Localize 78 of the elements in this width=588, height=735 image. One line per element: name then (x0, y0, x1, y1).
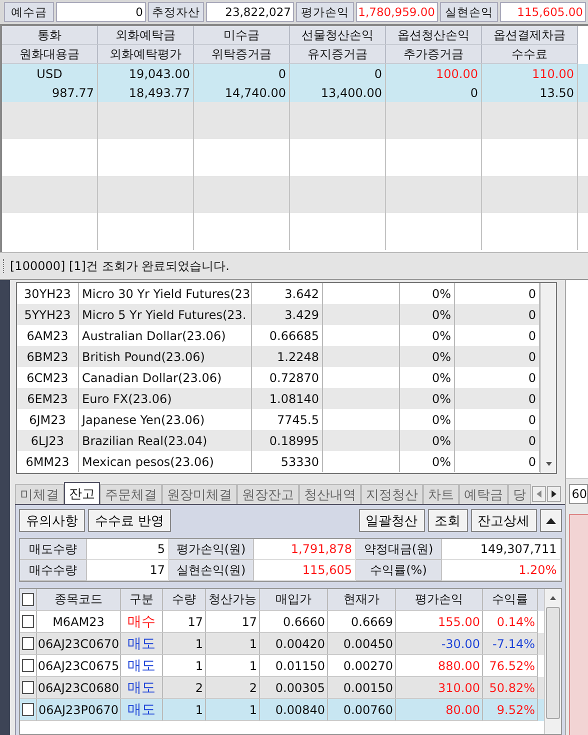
scrollbar[interactable] (540, 283, 556, 473)
table-cell: 1 (206, 699, 260, 721)
status-message: [100000] [1]건 조회가 완료되었습니다. (10, 258, 230, 274)
tab[interactable]: 원장잔고 (237, 484, 299, 504)
toolbar-button[interactable]: 잔고상세 (470, 509, 537, 532)
down-arrow-icon[interactable] (544, 461, 552, 467)
toolbar-button[interactable]: 수수료 반영 (88, 509, 172, 532)
column-header: 옵션결제차금 (482, 26, 578, 45)
checkbox[interactable] (22, 637, 34, 650)
column-header: 외화예탁금 (98, 26, 194, 45)
checkbox[interactable] (22, 615, 34, 628)
tab[interactable]: 예탁금 (459, 484, 508, 504)
summary-label: 약정대금(원) (356, 539, 442, 560)
scrollbar[interactable] (544, 589, 561, 734)
input-field[interactable]: 60 (568, 484, 588, 504)
table-cell: 6MM23 (17, 451, 79, 472)
summary-label: 실현손익 (440, 2, 498, 22)
checkbox[interactable] (22, 659, 34, 672)
tab[interactable]: 미체결 (15, 484, 64, 504)
checkbox[interactable] (22, 703, 34, 716)
summary-label: 예수금 (4, 2, 54, 22)
tab[interactable]: 청산내역 (299, 484, 361, 504)
tab[interactable]: 잔고 (64, 482, 100, 504)
tab[interactable]: 차트 (423, 484, 459, 504)
summary-label: 평가손익(원) (169, 539, 254, 560)
column-header: 추가증거금 (386, 45, 482, 64)
column-header: 통화 (2, 26, 98, 45)
summary-label: 평가손익 (296, 2, 354, 22)
summary-label: 실현손익(원) (169, 560, 254, 581)
summary-value: 149,307,711 (442, 539, 561, 560)
column-header: 선물청산손익 (290, 26, 386, 45)
table-cell: 0% (400, 451, 455, 472)
table-cell: Mexican pesos(23.06) (79, 451, 252, 472)
instrument-row[interactable]: 6BM23 British Pound(23.06) 1.2248 0% 0 (17, 346, 540, 367)
summary-value: 1,780,959.00 (356, 2, 438, 22)
summary-label: 추정자산 (148, 2, 204, 22)
triangle-icon (544, 516, 557, 524)
summary-label: 매수수량 (20, 560, 87, 581)
table-row[interactable]: 987.77 18,493.77 14,740.00 13,400.00 0 13.50 (2, 83, 588, 102)
column-header: 위탁증거금 (194, 45, 290, 64)
table-cell: 1 (163, 699, 206, 721)
instrument-row[interactable]: 5YYH23 Micro 5 Yr Yield Futures(23. 3.429 0% 0 (17, 304, 540, 325)
toolbar-button[interactable]: 조회 (428, 509, 468, 532)
tab[interactable]: 당 (508, 484, 531, 504)
summary-value: 115,605.00 (500, 2, 586, 22)
summary-value: 23,822,027 (206, 2, 294, 22)
up-arrow-icon[interactable] (548, 595, 557, 601)
summary-label: 매도수량 (20, 539, 87, 560)
tab[interactable]: 지정청산 (361, 484, 423, 504)
toolbar-button[interactable]: 일괄청산 (358, 509, 425, 532)
tab[interactable]: 주문체결 (100, 484, 162, 504)
collapse-button[interactable] (540, 509, 562, 532)
position-row[interactable]: 06AJ23C0680 매도 2 2 0.00305 0.00150 310.00 50.82% (20, 677, 544, 699)
column-header: 미수금 (194, 26, 290, 45)
table-cell: 53330 (252, 451, 323, 472)
column-header: 외화예탁평가 (98, 45, 194, 64)
instrument-row[interactable]: 6EM23 Euro FX(23.06) 1.08140 0% 0 (17, 388, 540, 409)
summary-value: 0 (56, 2, 146, 22)
table-cell: 매도 (121, 699, 163, 721)
instrument-row[interactable]: 6LJ23 Brazilian Real(23.04) 0.18995 0% 0 (17, 430, 540, 451)
column-header: 유지증거금 (290, 45, 386, 64)
table-cell: 0.00840 (260, 699, 328, 721)
position-row[interactable]: 06AJ23P0670 매도 1 1 0.00840 0.00760 80.00 9.52% (20, 699, 544, 721)
column-header: 옵션청산손익 (386, 26, 482, 45)
summary-value: 1.20% (442, 560, 561, 581)
column-header: 원화대용금 (2, 45, 98, 64)
table-cell: 9.52% (483, 699, 538, 721)
table-cell: 80.00 (396, 699, 483, 721)
column-header: 수수료 (482, 45, 578, 64)
checkbox[interactable] (22, 681, 34, 694)
position-row[interactable]: 06AJ23C0670 매도 1 1 0.00420 0.00450 -30.00 -7.14% (20, 633, 544, 655)
checkbox[interactable] (22, 593, 34, 606)
toolbar-button[interactable]: 유의사항 (19, 509, 85, 532)
table-cell: 06AJ23P0670 (37, 699, 121, 721)
table-cell: 0.00760 (328, 699, 396, 721)
summary-label: 수익률(%) (356, 560, 442, 581)
tab[interactable]: 원장미체결 (162, 484, 237, 504)
table-row[interactable]: USD 19,043.00 0 0 100.00 110.00 (2, 64, 588, 83)
